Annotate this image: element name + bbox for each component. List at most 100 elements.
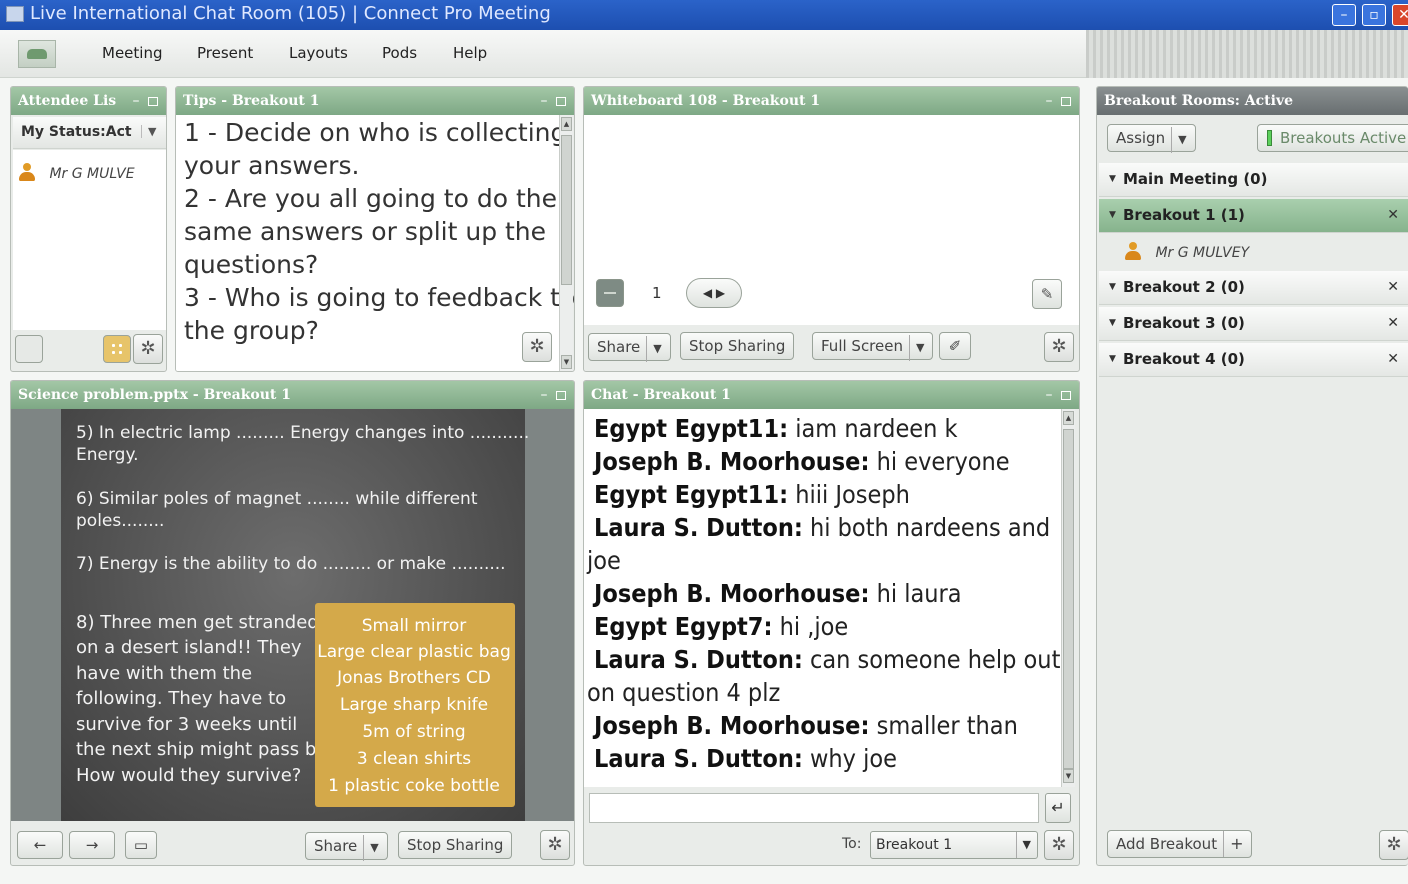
chat-input[interactable] [589, 793, 1039, 823]
minus-icon [604, 292, 616, 294]
chat-options-gear-icon[interactable]: ✲ [1044, 830, 1074, 860]
menu-help[interactable]: Help [453, 44, 487, 62]
slide-stage: 5) In electric lamp ......... Energy cha… [11, 409, 574, 821]
scroll-up-icon[interactable]: ▲ [561, 117, 572, 131]
pod-window-controls[interactable]: – [541, 87, 566, 115]
scroll-down-icon[interactable]: ▼ [1063, 769, 1074, 783]
layout-grid-button[interactable] [103, 335, 131, 363]
slide-text: 5) In electric lamp ......... Energy cha… [76, 423, 530, 443]
plus-icon: + [1223, 831, 1243, 857]
breakout-member-item[interactable]: Mr G MULVEY [1099, 235, 1408, 271]
attendee-pod-title: Attendee Lis – [11, 87, 166, 115]
add-breakout-button[interactable]: Add Breakout + [1107, 830, 1253, 858]
window-title-bar: Live International Chat Room (105) | Con… [0, 0, 1408, 30]
pod-window-controls[interactable]: – [1046, 381, 1071, 409]
chat-sender: Egypt Egypt7: [594, 612, 773, 641]
slide-text: Energy. [76, 445, 139, 465]
slide-text: the next ship might pass by. [76, 739, 331, 760]
chevron-down-icon: ▼ [909, 335, 924, 361]
menu-layouts[interactable]: Layouts [289, 44, 348, 62]
close-room-icon[interactable]: ✕ [1387, 343, 1399, 375]
scroll-thumb[interactable] [1063, 429, 1074, 769]
tips-pod-title: Tips - Breakout 1 – [176, 87, 574, 115]
expand-triangle-icon: ▼ [1109, 354, 1116, 364]
page-nav-arrows[interactable]: ◀ ▶ [686, 278, 742, 308]
close-room-icon[interactable]: ✕ [1387, 307, 1399, 339]
raise-hand-button[interactable] [15, 335, 43, 363]
stop-sharing-button[interactable]: Stop Sharing [398, 831, 513, 859]
page-number: 1 [652, 284, 662, 302]
item-text: Large sharp knife [339, 695, 489, 715]
close-room-icon[interactable]: ✕ [1387, 199, 1399, 231]
chat-scrollbar[interactable]: ▲ ▼ [1061, 409, 1075, 787]
slide[interactable]: 5) In electric lamp ......... Energy cha… [61, 409, 529, 821]
page-previous-button[interactable] [596, 279, 624, 307]
edit-whiteboard-icon[interactable]: ✎ [1032, 279, 1062, 309]
assign-label: Assign [1116, 129, 1166, 147]
attendee-options-gear-icon[interactable]: ✲ [133, 334, 163, 364]
sidebar-toggle-button[interactable]: ▭ [125, 831, 157, 859]
attendee-list: Mr G MULVE [13, 150, 166, 330]
pod-window-controls[interactable]: – [1046, 87, 1071, 115]
expand-triangle-icon: ▼ [1109, 318, 1116, 328]
chat-sender: Joseph B. Moorhouse: [594, 579, 870, 608]
attendee-item[interactable]: Mr G MULVE [17, 162, 135, 182]
send-enter-icon[interactable]: ↵ [1045, 793, 1071, 823]
pod-window-controls[interactable]: – [133, 87, 158, 115]
my-status-label: My Status:Act [21, 124, 132, 140]
scroll-thumb[interactable] [561, 135, 572, 285]
chat-sender: Egypt Egypt11: [594, 480, 789, 509]
breakout-room-main[interactable]: ▼ Main Meeting (0) [1099, 163, 1408, 197]
menu-meeting[interactable]: Meeting [102, 44, 162, 62]
share-options-gear-icon[interactable]: ✲ [540, 830, 570, 860]
pod-window-controls[interactable]: – [541, 381, 566, 409]
assign-dropdown-button[interactable]: Assign ▼ [1107, 124, 1196, 153]
chat-message: Laura S. Dutton: can someone help out [584, 643, 1060, 676]
breakout-room-2[interactable]: ▼ Breakout 2 (0) ✕ [1099, 271, 1408, 305]
my-status-dropdown[interactable]: My Status:Act ▼ [13, 117, 166, 149]
slide-text: on a desert island!! They [76, 637, 302, 658]
scroll-down-icon[interactable]: ▼ [561, 355, 572, 369]
chat-text: can someone help out [802, 645, 1061, 674]
share-dropdown-button[interactable]: Share ▼ [588, 333, 671, 362]
room-label: Main Meeting (0) [1123, 170, 1268, 188]
pencil-icon: ✐ [948, 337, 962, 355]
scroll-up-icon[interactable]: ▲ [1063, 411, 1074, 425]
close-room-icon[interactable]: ✕ [1387, 271, 1399, 303]
tips-options-gear-icon[interactable]: ✲ [522, 332, 552, 362]
maximize-icon[interactable]: ▫ [1362, 4, 1386, 26]
breakout-room-3[interactable]: ▼ Breakout 3 (0) ✕ [1099, 307, 1408, 341]
connect-logo-icon[interactable] [18, 40, 56, 68]
chat-sender: Joseph B. Moorhouse: [594, 447, 870, 476]
stop-sharing-button[interactable]: Stop Sharing [680, 332, 795, 360]
full-screen-button[interactable]: Full Screen ▼ [812, 332, 934, 361]
chat-message: Joseph B. Moorhouse: hi everyone [584, 445, 1010, 478]
chat-sender: Laura S. Dutton: [594, 645, 803, 674]
previous-slide-button[interactable]: ← [17, 831, 63, 859]
close-icon[interactable]: ✕ [1392, 4, 1408, 26]
draw-tools-button[interactable]: ✐ [939, 332, 971, 360]
breakout-room-1[interactable]: ▼ Breakout 1 (1) ✕ [1099, 199, 1408, 233]
menu-pods[interactable]: Pods [382, 44, 417, 62]
next-slide-button[interactable]: → [69, 831, 115, 859]
expand-triangle-icon: ▼ [1109, 282, 1116, 292]
chat-sender: Egypt Egypt11: [594, 414, 789, 443]
item-text: Small mirror [361, 616, 467, 636]
chat-recipient-value: Breakout 1 [876, 837, 953, 853]
tips-pod-title-text: Tips - Breakout 1 [183, 93, 320, 109]
menu-present[interactable]: Present [197, 44, 253, 62]
whiteboard-canvas[interactable]: 1 ◀ ▶ ✎ [584, 115, 1079, 325]
share-dropdown-button[interactable]: Share ▼ [305, 832, 388, 861]
item-text: Jonas Brothers CD [337, 668, 491, 688]
share-pod: Science problem.pptx - Breakout 1 – 5) I… [10, 380, 575, 866]
chat-recipient-dropdown[interactable]: Breakout 1 ▼ [870, 831, 1038, 859]
room-label: Breakout 2 (0) [1123, 278, 1245, 296]
minimize-icon[interactable]: – [1332, 4, 1356, 26]
item-text: 5m of string [362, 722, 466, 742]
breakout-options-gear-icon[interactable]: ✲ [1379, 830, 1408, 860]
breakouts-active-button[interactable]: Breakouts Active [1257, 124, 1408, 152]
tips-line: 1 - Decide on who is collecting [184, 118, 567, 147]
breakout-room-4[interactable]: ▼ Breakout 4 (0) ✕ [1099, 343, 1408, 377]
whiteboard-options-gear-icon[interactable]: ✲ [1044, 332, 1074, 362]
tips-scrollbar[interactable]: ▲ ▼ [559, 115, 573, 371]
